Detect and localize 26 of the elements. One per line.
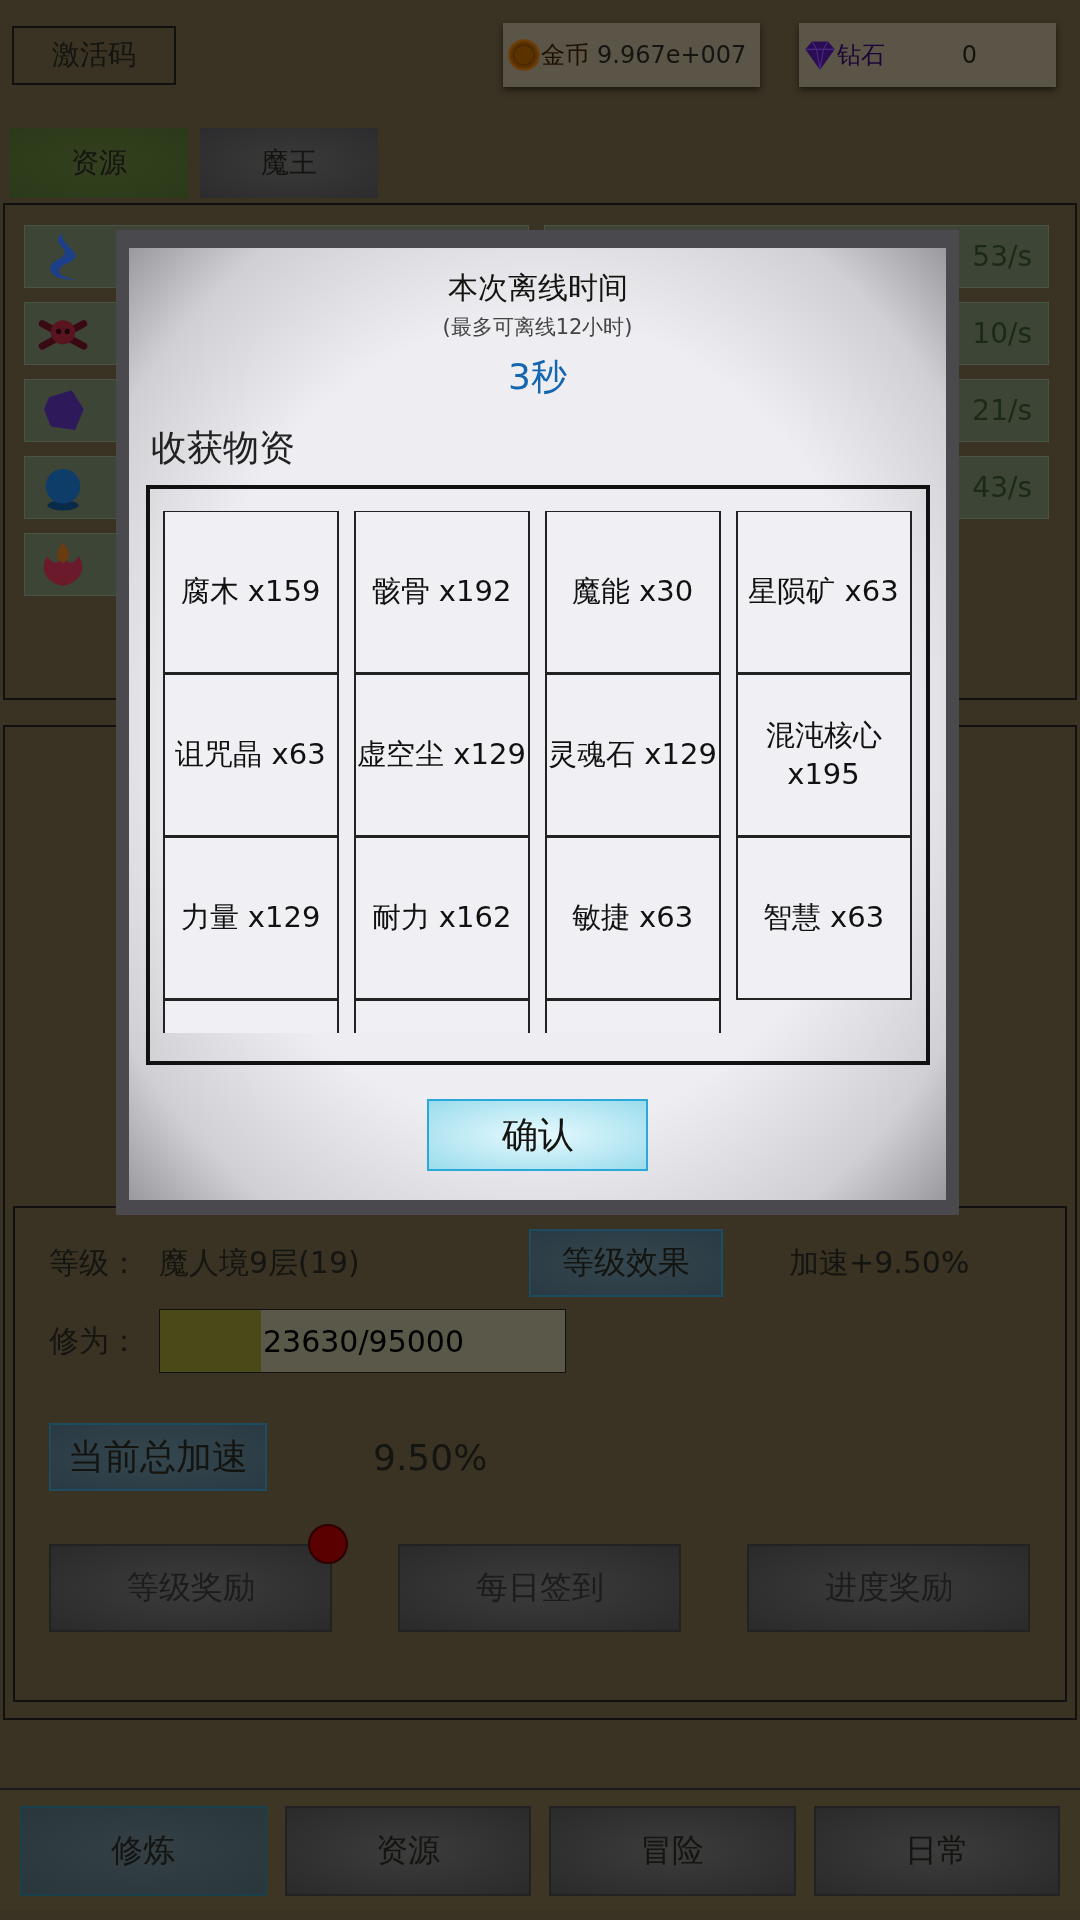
- item-cell: 腐木 x159: [162, 511, 339, 674]
- progress-text: 23630/95000: [263, 1323, 464, 1359]
- item-cell: 骸骨 x192: [353, 511, 530, 674]
- item-cell: 敏捷 x63: [544, 837, 721, 1000]
- coin-icon: [507, 38, 541, 72]
- item-cell: 智慧 x63: [735, 837, 912, 1000]
- item-cell: 力量 x129: [162, 837, 339, 1000]
- diamond-icon: [803, 38, 837, 72]
- item-cell: 混沌核心 x195: [735, 674, 912, 837]
- level-effect-button[interactable]: 等级效果: [529, 1229, 723, 1297]
- offline-duration: 3秒: [508, 355, 567, 399]
- item-cell: 虚空尘 x129: [353, 674, 530, 837]
- coin-label: 金币: [541, 40, 589, 71]
- item-cell: 魔能 x30: [544, 511, 721, 674]
- coin-value: 9.967e+007: [597, 41, 747, 69]
- item-cell: 灵魂石 x129: [544, 674, 721, 837]
- diamond-value: 0: [960, 41, 979, 69]
- dialog-subtitle: (最多可离线12小时): [442, 314, 633, 341]
- item-cell: 耐力 x162: [353, 837, 530, 1000]
- item-cell: 星陨矿 x63: [735, 511, 912, 674]
- dialog-title: 本次离线时间: [447, 269, 628, 307]
- total-speed-button[interactable]: 当前总加速: [49, 1423, 267, 1491]
- item-cell: 诅咒晶 x63: [162, 674, 339, 837]
- diamond-label: 钻石: [837, 40, 885, 71]
- confirm-button[interactable]: 确认: [427, 1099, 648, 1171]
- section-title: 收获物资: [151, 426, 295, 470]
